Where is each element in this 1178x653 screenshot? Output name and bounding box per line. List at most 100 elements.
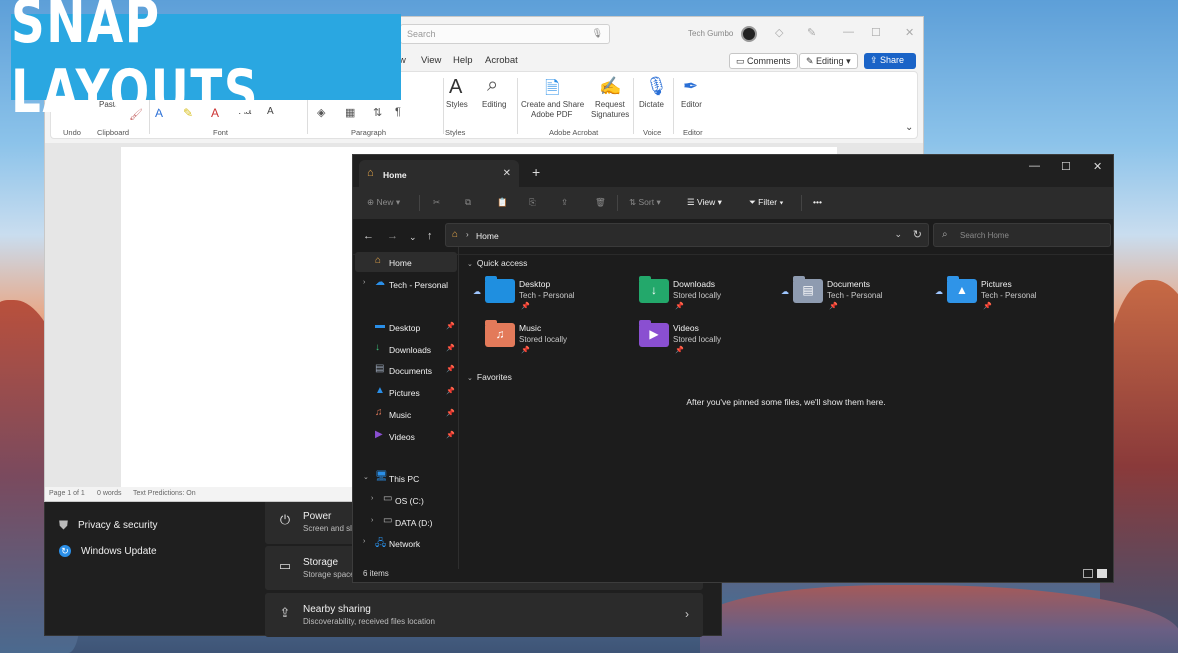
chevron-right-icon[interactable]: › [363,538,365,545]
microphone-icon[interactable]: 🎙 [645,76,668,97]
editing-label[interactable]: Editing [482,100,506,109]
settings-nav-privacy[interactable]: ⛊ Privacy & security [59,518,157,533]
breadcrumb-home[interactable]: Home [476,231,499,241]
nav-item-onedrive[interactable]: › ☁ Tech - Personal [355,274,457,294]
new-tab-icon[interactable]: + [532,164,540,180]
details-view-icon[interactable] [1083,569,1093,578]
refresh-icon[interactable]: ↻ [913,228,922,241]
styles-icon[interactable]: A [449,76,462,99]
chevron-down-icon[interactable]: ⌄ [894,229,902,240]
new-button[interactable]: ⊕ New ▾ [367,197,400,208]
quick-access-documents[interactable]: ☁ ▤ Documents Tech - Personal 📌 [781,275,931,315]
create-share-label-2[interactable]: Adobe PDF [531,110,572,119]
cut-icon[interactable]: ✂ [433,197,440,208]
word-search-box[interactable]: Search 🎙 [400,24,610,44]
back-arrow-icon[interactable]: ← [363,230,374,242]
nav-item-music[interactable]: ♫ Music 📌 [355,404,457,424]
share-icon[interactable]: ⇪ [561,197,568,208]
chevron-right-icon[interactable]: › [363,279,365,286]
delete-icon[interactable]: 🗑 [595,197,606,208]
nav-item-downloads[interactable]: ↓ Downloads 📌 [355,339,457,359]
view-button[interactable]: ☰ View ▾ [687,197,722,208]
editor-pen-icon[interactable]: ✒ [683,76,698,97]
sort-button[interactable]: ⇅ Sort ▾ [629,197,661,208]
avatar[interactable] [741,26,757,42]
drive-icon: ▭ [383,515,393,526]
nav-item-this-pc[interactable]: ⌄ 🖥 This PC [355,468,457,488]
comments-button[interactable]: ▭ Comments [729,53,798,69]
close-icon[interactable]: ✕ [1093,160,1102,173]
settings-nav-label: Windows Update [81,545,157,557]
tiles-view-icon[interactable] [1097,569,1107,578]
quick-access-header[interactable]: ⌄ Quick access [467,258,527,268]
editor-label[interactable]: Editor [681,100,702,109]
collapse-ribbon-icon[interactable]: ⌄ [905,122,913,133]
pen-icon[interactable]: ✎ [807,26,816,39]
pin-icon: 📌 [675,303,684,310]
quick-access-downloads[interactable]: ↓ Downloads Stored locally 📌 [627,275,777,315]
nav-item-data-d[interactable]: › ▭ DATA (D:) [355,512,457,532]
menu-help[interactable]: Help [453,55,473,66]
share-button[interactable]: ⇪ Share [864,53,916,69]
menu-view[interactable]: View [421,55,441,66]
nav-item-pictures[interactable]: ▲ Pictures 📌 [355,382,457,402]
paste-icon[interactable]: 📋 [497,197,508,208]
pin-icon[interactable]: 📌 [446,387,455,395]
nav-item-videos[interactable]: ▶ Videos 📌 [355,426,457,446]
quick-access-music[interactable]: ♫ Music Stored locally 📌 [473,319,623,359]
close-icon[interactable]: ✕ [905,26,914,39]
word-count[interactable]: 0 words [97,490,122,497]
nav-item-documents[interactable]: ▤ Documents 📌 [355,360,457,380]
magnifier-icon[interactable]: ⌕ [487,74,498,97]
up-arrow-icon[interactable]: ↑ [427,230,433,242]
copy-icon[interactable]: ⧉ [465,197,471,208]
filter-button[interactable]: ⏷ Filter ▾ [749,197,784,208]
recent-locations-icon[interactable]: ⌄ [409,232,417,243]
quick-access-desktop[interactable]: ☁ Desktop Tech - Personal 📌 [473,275,623,315]
styles-label[interactable]: Styles [446,100,468,109]
pin-icon[interactable]: 📌 [446,322,455,330]
minimize-icon[interactable]: — [1029,160,1040,172]
pin-icon[interactable]: 📌 [446,365,455,373]
favorites-header[interactable]: ⌄ Favorites [467,372,512,382]
nav-item-os-c[interactable]: › ▭ OS (C:) [355,490,457,510]
nav-item-desktop[interactable]: ▬ Desktop 📌 [355,317,457,337]
quick-access-videos[interactable]: ▶ Videos Stored locally 📌 [627,319,777,359]
address-bar[interactable]: ⌂ › Home ⌄ ↻ [445,223,929,247]
pin-icon[interactable]: 📌 [446,409,455,417]
explorer-tab-home[interactable]: ⌂ Home ✕ [359,160,519,187]
text-predictions[interactable]: Text Predictions: On [133,490,196,497]
editing-mode-button[interactable]: ✎ Editing ▾ [799,53,858,69]
request-signatures-label-2[interactable]: Signatures [591,110,629,119]
chevron-down-icon[interactable]: ⌄ [363,473,369,481]
signature-icon[interactable]: ✍ [599,76,621,97]
forward-arrow-icon[interactable]: → [387,230,398,242]
group-voice: Voice [643,128,662,137]
settings-card-nearby-sharing[interactable]: ⇪ Nearby sharing Discoverability, receiv… [265,593,703,637]
chevron-right-icon[interactable]: › [371,517,373,524]
dictate-label[interactable]: Dictate [639,100,664,109]
pin-icon[interactable]: 📌 [446,344,455,352]
request-signatures-label[interactable]: Request [595,100,625,109]
breadcrumb-separator-icon: › [466,230,469,239]
explorer-search-box[interactable]: ⌕ Search Home [933,223,1111,247]
menu-acrobat[interactable]: Acrobat [485,55,518,66]
diamond-icon[interactable]: ◇ [775,26,783,39]
chevron-right-icon[interactable]: › [371,495,373,502]
nav-item-home[interactable]: ⌂ Home [355,252,457,272]
maximize-icon[interactable]: ☐ [871,26,881,39]
more-options-button[interactable]: ••• [813,197,822,207]
create-share-label[interactable]: Create and Share [521,100,584,109]
pin-icon[interactable]: 📌 [446,431,455,439]
minimize-icon[interactable]: — [843,26,854,38]
rename-icon[interactable]: ⎘ [529,197,536,208]
microphone-icon[interactable]: 🎙 [592,28,603,39]
page-count[interactable]: Page 1 of 1 [49,490,85,497]
settings-nav-windows-update[interactable]: ↻ Windows Update [59,545,157,557]
close-tab-icon[interactable]: ✕ [503,168,511,179]
maximize-icon[interactable]: ☐ [1061,160,1071,173]
ribbon-divider [633,78,634,134]
quick-access-pictures[interactable]: ☁ ▲ Pictures Tech - Personal 📌 [935,275,1085,315]
desktop-icon: ▬ [375,320,385,331]
nav-item-network[interactable]: › 🖧 Network [355,533,457,553]
